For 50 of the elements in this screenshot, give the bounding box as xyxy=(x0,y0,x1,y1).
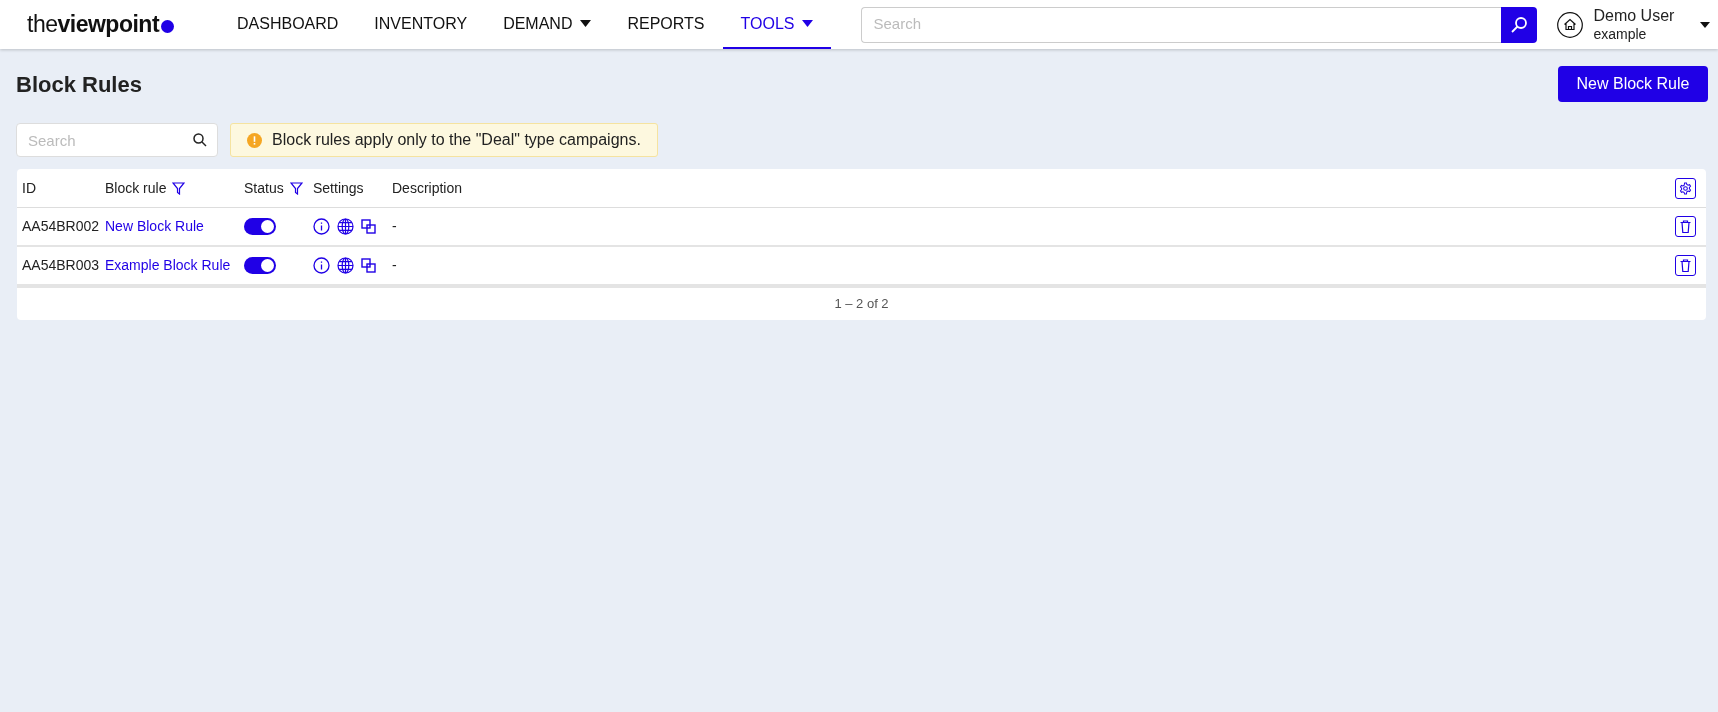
search-button[interactable] xyxy=(1501,6,1538,43)
home-icon[interactable] xyxy=(1557,11,1584,38)
filter-icon[interactable] xyxy=(289,181,303,195)
info-icon[interactable] xyxy=(313,218,330,235)
column-header: Status xyxy=(244,178,284,198)
rule-id: AA54BR002 xyxy=(22,218,100,234)
trash-icon xyxy=(1680,220,1691,233)
description-text: - xyxy=(392,257,397,273)
status-toggle[interactable] xyxy=(244,257,276,274)
rule-id: AA54BR003 xyxy=(22,257,100,273)
logo-text: theviewpoint xyxy=(27,10,160,40)
user-name: Demo User xyxy=(1593,5,1675,26)
dot-icon xyxy=(161,20,175,33)
gear-icon xyxy=(1679,181,1692,195)
filter-icon[interactable] xyxy=(172,181,186,195)
pagination-text: 1 – 2 of 2 xyxy=(834,295,889,314)
column-header: ID xyxy=(22,178,36,198)
nav-tab[interactable]: INVENTORY xyxy=(356,0,486,49)
rule-name-link[interactable]: Example Block Rule xyxy=(105,257,231,273)
delete-button[interactable] xyxy=(1675,216,1696,237)
new-block-rule-button[interactable]: New Block Rule xyxy=(1558,66,1708,102)
search-icon xyxy=(193,133,207,147)
info-icon[interactable] xyxy=(313,257,330,274)
caret-icon xyxy=(580,20,592,27)
warning-icon xyxy=(247,132,262,148)
caret-icon xyxy=(802,20,814,27)
notice-text: Block rules apply only to the "Deal" type campaigns. xyxy=(272,130,641,150)
copy-icon[interactable] xyxy=(361,219,376,234)
nav-tab[interactable]: TOOLS xyxy=(722,0,832,49)
column-header: Description xyxy=(392,178,463,198)
settings-button[interactable] xyxy=(1675,177,1696,199)
copy-icon[interactable] xyxy=(361,258,376,273)
nav-tab[interactable]: DEMAND xyxy=(485,0,610,49)
rule-name-link[interactable]: New Block Rule xyxy=(105,218,204,234)
description-text: - xyxy=(392,218,397,234)
search-field[interactable]: Search xyxy=(16,123,218,157)
column-header: Block rule xyxy=(105,178,167,198)
search-field[interactable]: Search xyxy=(861,6,1502,43)
globe-icon[interactable] xyxy=(337,218,354,235)
caret-icon[interactable] xyxy=(1700,21,1711,28)
status-toggle[interactable] xyxy=(244,218,276,235)
column-header: Settings xyxy=(313,178,364,198)
delete-button[interactable] xyxy=(1675,255,1696,276)
trash-icon xyxy=(1680,259,1691,272)
search-icon xyxy=(1510,15,1529,34)
nav-tab[interactable]: DASHBOARD xyxy=(219,0,357,49)
globe-icon[interactable] xyxy=(337,257,354,274)
nav-tab[interactable]: REPORTS xyxy=(609,0,723,49)
account-name: example xyxy=(1593,25,1648,44)
page-title: Block Rules xyxy=(16,70,142,99)
